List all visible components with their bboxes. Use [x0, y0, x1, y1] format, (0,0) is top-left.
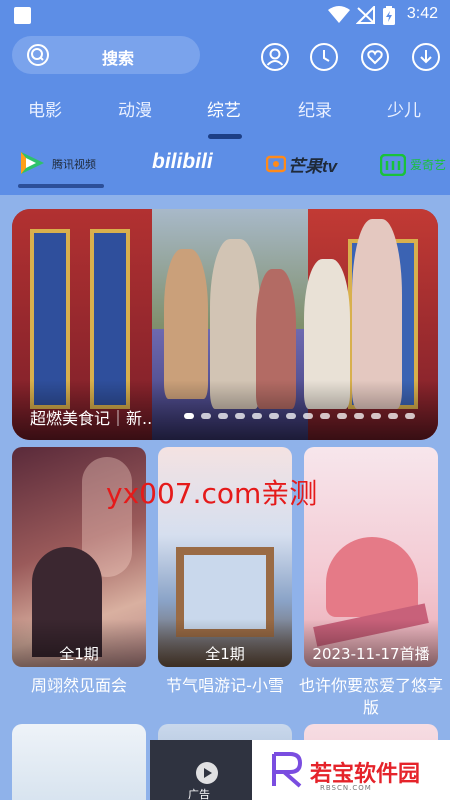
- pager-dot[interactable]: [218, 413, 228, 419]
- episode-badge: 全1期: [205, 645, 245, 663]
- favorites-heart-icon[interactable]: [360, 42, 390, 72]
- notification-icon: [14, 7, 31, 24]
- platform-label: 芒果tv: [288, 157, 338, 176]
- wifi-icon: [328, 6, 350, 28]
- pager-dot[interactable]: [354, 413, 364, 419]
- ad-label: 广告: [188, 788, 210, 800]
- status-bar: 3:42: [0, 0, 450, 32]
- card-title: 也许你要恋爱了悠享版: [298, 676, 443, 717]
- tab-movies[interactable]: 电影: [28, 96, 62, 121]
- pager-dot[interactable]: [371, 413, 381, 419]
- search-button[interactable]: 搜索: [12, 36, 200, 74]
- show-card[interactable]: [12, 724, 146, 800]
- tencent-video-logo-icon: [18, 150, 46, 180]
- platform-label: 腾讯视频: [52, 158, 96, 171]
- card-title: 节气唱游记-小雪: [166, 676, 284, 695]
- premiere-badge: 2023-11-17首播: [312, 645, 430, 663]
- pager-dot[interactable]: [269, 413, 279, 419]
- pager-dot[interactable]: [252, 413, 262, 419]
- pager-dot[interactable]: [303, 413, 313, 419]
- pager-dot[interactable]: [405, 413, 415, 419]
- pager-dot[interactable]: [235, 413, 245, 419]
- ad-subtitle: RBSCN.COM: [320, 784, 372, 792]
- status-time: 3:42: [406, 5, 438, 22]
- banner-caption: 超燃美食记｜新..: [30, 409, 153, 428]
- tab-variety[interactable]: 综艺: [207, 96, 241, 121]
- battery-charging-icon: [382, 6, 396, 30]
- pager-dot[interactable]: [201, 413, 211, 419]
- pager-dot[interactable]: [388, 413, 398, 419]
- play-icon[interactable]: [196, 762, 218, 784]
- tab-documentary[interactable]: 纪录: [298, 96, 332, 121]
- no-signal-icon: [355, 4, 376, 28]
- user-icon[interactable]: [260, 42, 290, 72]
- download-icon[interactable]: [411, 42, 441, 72]
- card-poster: [304, 447, 438, 667]
- platform-label: bilibili: [152, 150, 213, 173]
- banner-person: [164, 249, 208, 399]
- history-clock-icon[interactable]: [309, 42, 339, 72]
- search-label: 搜索: [101, 49, 134, 68]
- iqiyi-logo-icon: [379, 153, 407, 180]
- watermark-text: yx007.com亲测: [106, 477, 318, 510]
- featured-banner[interactable]: 超燃美食记｜新..: [12, 209, 438, 440]
- episode-badge: 全1期: [59, 645, 99, 663]
- pager-dot[interactable]: [184, 413, 194, 419]
- platform-label: 爱奇艺: [410, 158, 447, 172]
- pager-dot[interactable]: [320, 413, 330, 419]
- mango-tv-logo-icon: [265, 154, 287, 178]
- pager-dot[interactable]: [286, 413, 296, 419]
- ad-logo-icon: [270, 752, 304, 792]
- tab-kids[interactable]: 少儿: [387, 96, 421, 121]
- tab-indicator: [208, 134, 242, 139]
- platform-indicator: [18, 184, 104, 188]
- tab-anime[interactable]: 动漫: [118, 96, 152, 121]
- card-title: 周翊然见面会: [30, 676, 127, 695]
- platform-row: 腾讯视频 bilibili 芒果tv 爱奇艺: [0, 148, 450, 188]
- pager-dot[interactable]: [337, 413, 347, 419]
